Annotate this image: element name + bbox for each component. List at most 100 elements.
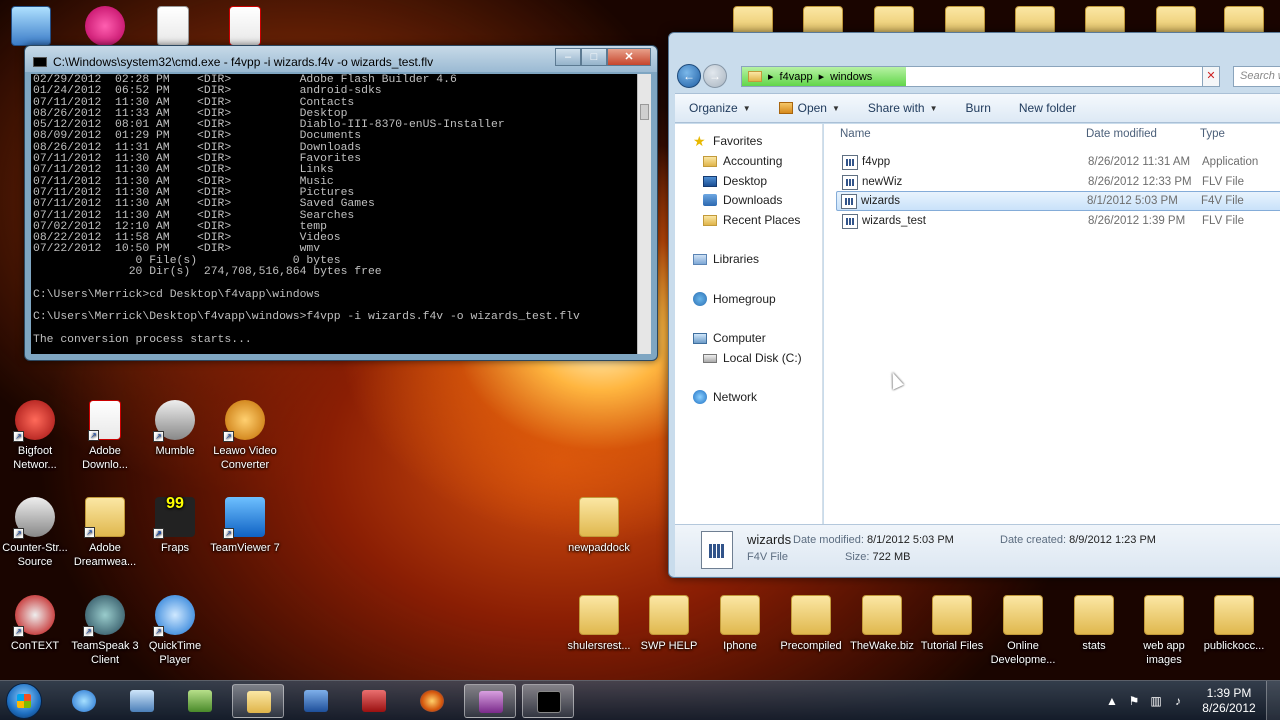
volume-icon[interactable]: ♪ bbox=[1170, 694, 1186, 708]
column-header-name[interactable]: Name bbox=[840, 128, 871, 140]
search-input[interactable]: Search wi... bbox=[1233, 66, 1280, 87]
folder-icon bbox=[649, 595, 689, 635]
icon-label: stats bbox=[1082, 640, 1106, 652]
desktop-folder-stats[interactable]: stats bbox=[1055, 595, 1133, 653]
nav-desktop[interactable]: Desktop bbox=[703, 174, 767, 188]
details-file-name: wizards bbox=[747, 532, 792, 547]
share-with-button[interactable]: Share with ▼ bbox=[854, 101, 952, 115]
taskbar-game[interactable] bbox=[174, 684, 226, 718]
nav-accounting[interactable]: Accounting bbox=[703, 154, 782, 168]
desktop-icon-dreamweaver[interactable]: ↗ Adobe Dreamwea... bbox=[66, 497, 144, 569]
desktop-folder-web-app-images[interactable]: web app images bbox=[1125, 595, 1203, 667]
desktop-icon-counter-strike[interactable]: ↗ Counter-Str... Source bbox=[0, 497, 74, 569]
start-button[interactable] bbox=[6, 683, 42, 719]
desktop-icon-leawo[interactable]: ↗ Leawo Video Converter bbox=[206, 400, 284, 472]
back-button[interactable]: ← bbox=[677, 64, 701, 88]
acrobat-desktop-icon[interactable] bbox=[206, 6, 284, 50]
taskbar-explorer[interactable] bbox=[232, 684, 284, 718]
taskbar-flash-builder[interactable] bbox=[464, 684, 516, 718]
desktop-folder-online-development[interactable]: Online Developme... bbox=[984, 595, 1062, 667]
breadcrumb-item[interactable]: f4vapp bbox=[774, 71, 813, 83]
chevron-down-icon: ▼ bbox=[742, 103, 751, 113]
icon-label: newpaddock bbox=[568, 542, 630, 554]
taskbar-itunes[interactable] bbox=[58, 684, 110, 718]
file-list[interactable]: Name Date modified Type f4vpp 8/26/2012 1… bbox=[824, 124, 1280, 524]
stop-button[interactable]: ✕ bbox=[1202, 66, 1220, 87]
desktop-icon-mumble[interactable]: ↗ Mumble bbox=[136, 400, 214, 458]
taskbar-firefox[interactable] bbox=[406, 684, 458, 718]
teamspeak-icon: ↗ bbox=[83, 595, 125, 637]
app-desktop-icon[interactable] bbox=[66, 6, 144, 50]
desktop-folder-shulersrest[interactable]: shulersrest... bbox=[560, 595, 638, 653]
cmd-output[interactable]: 02/29/2012 02:28 PM <DIR> Adobe Flash Bu… bbox=[31, 74, 637, 354]
desktop-icon-context[interactable]: ↗ ConTEXT bbox=[0, 595, 74, 653]
nav-libraries[interactable]: Libraries bbox=[693, 252, 759, 266]
details-value: 8/1/2012 5:03 PM bbox=[867, 534, 954, 546]
taskbar-word[interactable] bbox=[290, 684, 342, 718]
clock[interactable]: 1:39 PM 8/26/2012 bbox=[1192, 686, 1266, 716]
column-header-date[interactable]: Date modified bbox=[1086, 128, 1157, 140]
desktop-folder-swp-help[interactable]: SWP HELP bbox=[630, 595, 708, 653]
cmd-scrollbar[interactable] bbox=[637, 74, 651, 354]
computer-desktop-icon[interactable] bbox=[0, 6, 66, 50]
burn-button[interactable]: Burn bbox=[952, 101, 1005, 115]
pdf-desktop-icon[interactable] bbox=[134, 6, 212, 50]
desktop-icon-teamspeak[interactable]: ↗ TeamSpeak 3 Client bbox=[66, 595, 144, 667]
desktop-icon-fraps[interactable]: 99 ↗ Fraps bbox=[136, 496, 214, 555]
close-button[interactable]: ✕ bbox=[607, 48, 651, 66]
file-row[interactable]: wizards_test 8/26/2012 1:39 PM FLV File bbox=[838, 211, 1280, 231]
desktop-icon-bigfoot[interactable]: ↗ Bigfoot Networ... bbox=[0, 400, 74, 472]
desktop-folder-thewake[interactable]: TheWake.biz bbox=[843, 595, 921, 653]
desktop-icon-newpaddock[interactable]: newpaddock bbox=[560, 497, 638, 555]
new-folder-button[interactable]: New folder bbox=[1005, 101, 1090, 115]
nav-homegroup[interactable]: Homegroup bbox=[693, 292, 776, 306]
open-button[interactable]: Open ▼ bbox=[765, 101, 854, 115]
taskbar-acrobat[interactable] bbox=[348, 684, 400, 718]
taskbar-network-tool[interactable] bbox=[116, 684, 168, 718]
file-date: 8/26/2012 11:31 AM bbox=[1088, 156, 1191, 168]
show-hidden-icons-arrow-icon[interactable]: ▲ bbox=[1104, 694, 1120, 708]
breadcrumb-item[interactable]: windows bbox=[824, 71, 872, 83]
column-header-type[interactable]: Type bbox=[1200, 128, 1225, 140]
nav-computer[interactable]: Computer bbox=[693, 331, 766, 345]
desktop-folder-publickocc[interactable]: publickocc... bbox=[1196, 595, 1272, 653]
explorer-window[interactable]: ← → ▸ f4vapp ▸ windows ▼ ✕ Search wi... … bbox=[668, 32, 1280, 578]
organize-button[interactable]: Organize ▼ bbox=[675, 101, 765, 115]
cmd-window[interactable]: C:\Windows\system32\cmd.exe - f4vpp -i w… bbox=[24, 45, 658, 361]
file-row[interactable]: f4vpp 8/26/2012 11:31 AM Application bbox=[838, 152, 1280, 172]
mumble-icon: ↗ bbox=[153, 400, 195, 442]
nav-downloads[interactable]: Downloads bbox=[703, 193, 782, 207]
network-icon[interactable]: ▥ bbox=[1148, 694, 1164, 708]
scroll-thumb[interactable] bbox=[640, 104, 649, 120]
maximize-button[interactable]: □ bbox=[581, 48, 607, 66]
nav-network[interactable]: Network bbox=[693, 390, 757, 404]
minimize-button[interactable]: – bbox=[555, 48, 581, 66]
disk-icon bbox=[703, 353, 717, 363]
desktop-icon-quicktime[interactable]: ↗ QuickTime Player bbox=[136, 595, 214, 667]
folder-icon bbox=[862, 595, 902, 635]
desktop-folder-iphone[interactable]: Iphone bbox=[701, 595, 779, 653]
forward-button[interactable]: → bbox=[703, 64, 727, 88]
toolbar-label: Organize bbox=[689, 101, 738, 115]
nav-recent-places[interactable]: Recent Places bbox=[703, 213, 800, 227]
folder-icon bbox=[932, 595, 972, 635]
file-row[interactable]: newWiz 8/26/2012 12:33 PM FLV File bbox=[838, 172, 1280, 192]
taskbar-cmd[interactable] bbox=[522, 684, 574, 718]
nav-local-disk[interactable]: Local Disk (C:) bbox=[703, 351, 802, 365]
nav-label: Network bbox=[713, 390, 758, 404]
show-desktop-button[interactable] bbox=[1266, 681, 1280, 720]
desktop-icon-adobe-downloader[interactable]: ↗ Adobe Downlo... bbox=[66, 400, 144, 472]
cmd-icon bbox=[33, 57, 47, 67]
address-bar[interactable]: ▸ f4vapp ▸ windows ▼ bbox=[741, 66, 1219, 87]
icon-label: SWP HELP bbox=[640, 640, 698, 652]
icon-label: shulersrest... bbox=[567, 640, 631, 652]
file-row-selected[interactable]: wizards 8/1/2012 5:03 PM F4V File bbox=[836, 191, 1280, 211]
cmd-window-controls: – □ ✕ bbox=[555, 48, 651, 66]
icon-label: Fraps bbox=[160, 542, 190, 554]
desktop-folder-tutorial-files[interactable]: Tutorial Files bbox=[913, 595, 991, 653]
desktop-icon-teamviewer[interactable]: ↗ TeamViewer 7 bbox=[206, 497, 284, 555]
nav-favorites[interactable]: ★ Favorites bbox=[693, 134, 762, 148]
icon-label: TheWake.biz bbox=[850, 640, 914, 652]
desktop-folder-precompiled[interactable]: Precompiled bbox=[772, 595, 850, 653]
flag-icon[interactable]: ⚑ bbox=[1126, 694, 1142, 708]
